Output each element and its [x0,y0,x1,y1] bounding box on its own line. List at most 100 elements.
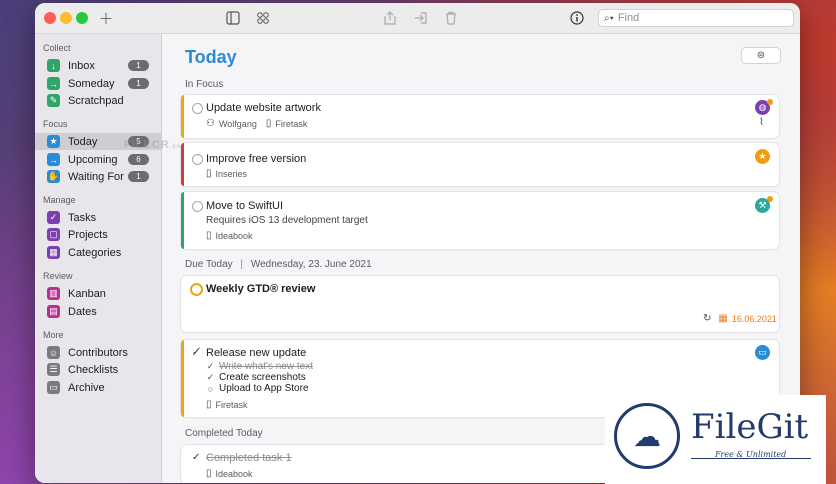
task-checkbox[interactable] [192,201,203,212]
zoom-window-button[interactable] [76,12,88,24]
search-placeholder: Find [617,12,640,24]
sidebar-item-kanban[interactable]: ▥ Kanban [35,285,161,302]
partial-icon: ✓ [206,372,215,382]
accent-bar [181,192,184,249]
sidebar-section-focus: Focus [43,119,68,129]
sidebar: Collect ↓ Inbox 1 → Someday 1 ✎ Scratchp… [35,34,162,483]
page-title: Today [185,47,237,67]
inbox-icon: ↓ [47,59,60,72]
sidebar-item-tasks[interactable]: ✓ Tasks [35,209,161,226]
hand-icon: ✋ [47,170,60,183]
repeat-icon: ↻ [703,313,712,324]
project-icon: ▯ [206,399,212,410]
sidebar-item-contributors[interactable]: ☺ Contributors [35,344,161,361]
priority-dot [767,196,773,202]
upcoming-count-badge: 6 [128,154,149,165]
inbox-count-badge: 1 [128,60,149,71]
info-icon[interactable] [569,9,585,27]
sidebar-item-inbox[interactable]: ↓ Inbox 1 [35,57,161,74]
accent-bar [181,340,184,417]
archive-icon: ▭ [47,381,60,394]
project-icon: ▯ [206,168,212,179]
project-icon: ▯ [206,468,212,479]
minimize-window-button[interactable] [60,12,72,24]
waiting-count-badge: 1 [128,171,149,182]
task-project: Ideabook [215,468,253,479]
unchecked-icon: ○ [207,383,214,394]
due-date: 16.06.2021 [731,313,777,324]
calendar-icon: ▦ [718,313,728,324]
projects-icon: ▢ [47,228,60,241]
checked-icon: ✓ [206,361,215,371]
task-card[interactable]: Move to SwiftUI Requires iOS 13 developm… [181,192,779,249]
task-meta: ▯ Inseries [206,168,247,179]
grid-view-icon[interactable] [255,9,271,27]
logo-tagline: Free & Unlimited [715,450,787,459]
sidebar-section-more: More [43,330,64,340]
task-title: Release new update [206,347,307,359]
sidebar-item-scratchpad[interactable]: ✎ Scratchpad [35,92,161,109]
task-note: Requires iOS 13 development target [206,215,368,226]
sidebar-item-someday[interactable]: → Someday 1 [35,75,161,92]
task-checkbox[interactable] [192,103,203,114]
sidebar-section-collect: Collect [43,43,71,53]
search-icon: ⌕▾ [604,12,614,24]
titlebar: ＋ ⌕▾ Find [35,3,800,34]
due-meta: ↻ ▦ 16.06.2021 [703,313,777,324]
completed-check-icon[interactable]: ✓ [192,452,200,463]
task-checkbox[interactable] [192,154,203,165]
task-meta: ⚇ Wolfgang ▯ Firetask [206,118,307,129]
due-date-header: Wednesday, 23. June 2021 [250,259,372,270]
logo-name: FileGit [691,407,809,447]
task-card[interactable]: Improve free version ▯ Inseries ★ [181,143,779,186]
partial-check-icon[interactable]: ✓̸ [192,347,200,358]
task-title: Move to SwiftUI [206,200,284,212]
close-window-button[interactable] [44,12,56,24]
someday-count-badge: 1 [128,78,149,89]
checklist-item[interactable]: ✓ Create screenshots [206,372,306,383]
trash-icon[interactable] [443,9,459,27]
sidebar-item-checklists[interactable]: ☰ Checklists [35,361,161,378]
sidebar-item-archive[interactable]: ▭ Archive [35,379,161,396]
sidebar-item-projects[interactable]: ▢ Projects [35,226,161,243]
task-card[interactable]: Update website artwork ⚇ Wolfgang ▯ Fire… [181,95,779,138]
filter-icon: ⊜ [756,50,766,61]
sidebar-toggle-icon[interactable] [225,9,241,27]
task-meta: ▯ Ideabook [206,230,253,241]
share-icon[interactable] [382,9,398,27]
attachment-icon: ⌇ [759,117,764,128]
project-icon: ▯ [206,230,212,241]
task-meta: ▯ Firetask [206,399,248,410]
move-icon[interactable] [413,9,429,27]
section-header-completed: Completed Today [185,428,263,439]
task-project: Firetask [275,118,308,129]
task-title: Improve free version [206,153,307,165]
task-project: Firetask [215,399,248,410]
task-project: Inseries [215,168,248,179]
task-meta: ▯ Ideabook [206,468,253,479]
review-checkbox[interactable] [190,283,203,296]
sidebar-item-upcoming[interactable]: → Upcoming 6 [35,151,161,168]
watermark-text: FILECR.com [124,139,188,151]
checklist-item[interactable]: ○ Upload to App Store [206,383,309,394]
checklist-item[interactable]: ✓ Write what's new text [206,361,313,372]
sidebar-item-categories[interactable]: ▦ Categories [35,244,161,261]
sidebar-item-dates[interactable]: ▤ Dates [35,303,161,320]
sidebar-section-review: Review [43,271,73,281]
filter-button[interactable]: ⊜ [741,47,781,64]
accent-bar [181,143,184,186]
star-icon: ★ [47,135,60,148]
task-title: Update website artwork [206,102,321,114]
person-icon: ⚇ [206,118,215,129]
task-card[interactable]: Weekly GTD® review ↻ ▦ 16.06.2021 [181,276,779,332]
filegit-logo: ☁ FileGit Free & Unlimited [605,395,826,484]
task-contributor: Wolfgang [218,118,257,129]
laptop-icon: ▭ [755,345,770,360]
search-field[interactable]: ⌕▾ Find [598,9,794,27]
project-icon: ▯ [265,118,272,129]
task-project: Ideabook [215,230,253,241]
sidebar-item-waiting-for[interactable]: ✋ Waiting For 1 [35,168,161,185]
tasks-icon: ✓ [47,211,60,224]
plus-icon[interactable]: ＋ [98,9,114,28]
kanban-icon: ▥ [47,287,60,300]
